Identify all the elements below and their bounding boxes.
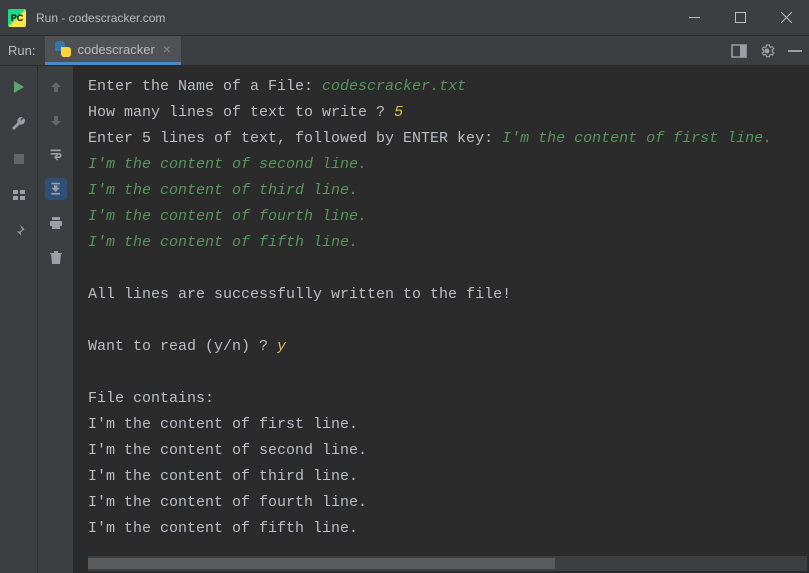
close-button[interactable] <box>763 0 809 36</box>
window-title: Run - codescracker.com <box>36 11 165 25</box>
rerun-button[interactable] <box>8 76 30 98</box>
run-label: Run: <box>0 36 45 65</box>
down-arrow-icon[interactable] <box>45 110 67 132</box>
python-file-icon <box>55 41 71 57</box>
scroll-to-end-icon[interactable] <box>45 178 67 200</box>
secondary-gutter <box>38 66 74 573</box>
scrollbar-thumb[interactable] <box>88 558 555 569</box>
trash-icon[interactable] <box>45 246 67 268</box>
up-arrow-icon[interactable] <box>45 76 67 98</box>
run-tab-codescracker[interactable]: codescracker × <box>45 36 181 65</box>
print-icon[interactable] <box>45 212 67 234</box>
maximize-button[interactable] <box>717 0 763 36</box>
app-icon <box>8 9 26 27</box>
pin-button[interactable] <box>8 220 30 242</box>
close-tab-icon[interactable]: × <box>163 42 171 56</box>
horizontal-scrollbar[interactable] <box>88 556 807 571</box>
title-bar: Run - codescracker.com <box>0 0 809 36</box>
layout-icon[interactable] <box>725 36 753 65</box>
console-output[interactable]: Enter the Name of a File: codescracker.t… <box>74 66 809 556</box>
hide-panel-icon[interactable] <box>781 36 809 65</box>
stop-button[interactable] <box>8 148 30 170</box>
soft-wrap-icon[interactable] <box>45 144 67 166</box>
run-toolbar: Run: codescracker × <box>0 36 809 66</box>
main-panel: Enter the Name of a File: codescracker.t… <box>0 66 809 573</box>
left-action-gutter <box>0 66 38 573</box>
settings-icon[interactable] <box>753 36 781 65</box>
wrench-button[interactable] <box>8 112 30 134</box>
tab-label: codescracker <box>77 42 154 57</box>
minimize-button[interactable] <box>671 0 717 36</box>
layout-button[interactable] <box>8 184 30 206</box>
